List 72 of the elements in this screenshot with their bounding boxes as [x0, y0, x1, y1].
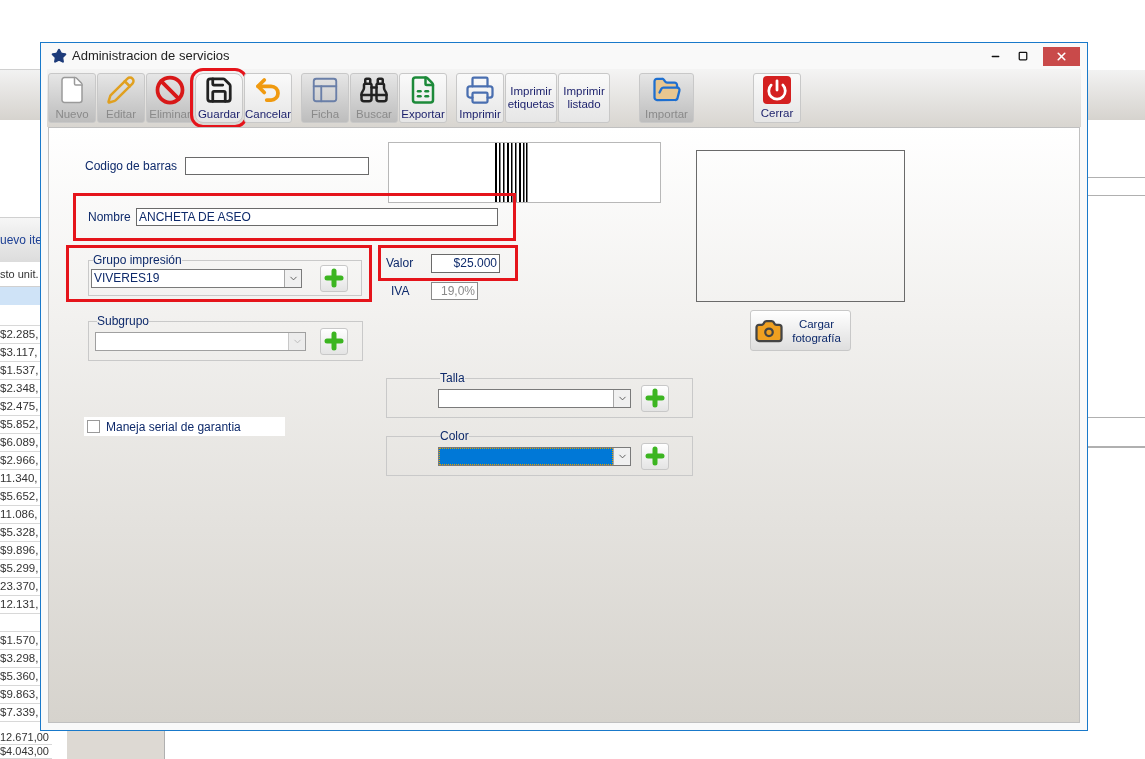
plus-icon	[643, 444, 667, 468]
name-field[interactable]: ANCHETA DE ASEO	[136, 208, 498, 226]
table-cell-text: $9.896,	[0, 542, 39, 558]
table-cell-text: $7.339,	[0, 704, 39, 720]
maximize-icon	[1018, 51, 1028, 61]
value-field[interactable]: $25.000	[431, 253, 500, 273]
color-dropdown[interactable]	[438, 446, 631, 466]
group-label: Subgrupo	[97, 315, 150, 328]
star-icon	[51, 48, 67, 64]
curved-arrow-icon	[253, 75, 283, 105]
table-cell-text: $2.348,	[0, 380, 39, 396]
load-photo-button[interactable]: Cargar fotografía	[750, 310, 851, 351]
table-cell-text: $6.089,	[0, 434, 39, 450]
toolbar-button[interactable]: Cerrar	[753, 73, 801, 123]
table-cell-text: 11.086,	[0, 506, 38, 522]
size-dropdown[interactable]	[438, 388, 631, 408]
table-cell-text: $2.475,	[0, 398, 39, 414]
table-cell-text: $5.360,	[0, 668, 39, 684]
table-cell-text: 11.340,	[0, 470, 38, 486]
table-cell-text: $9.863,	[0, 686, 39, 702]
serial-checkbox[interactable]: Maneja serial de garantia	[84, 417, 285, 436]
add-button[interactable]	[641, 384, 669, 412]
table-cell-text: $1.570,	[0, 632, 39, 648]
add-button[interactable]	[320, 264, 348, 292]
plus-icon	[322, 329, 346, 353]
table-cell-text: $1.537,	[0, 362, 39, 378]
barcode-icon	[494, 143, 529, 202]
prohibition-icon	[155, 75, 185, 105]
toolbar-button[interactable]: Imprimir etiquetas	[505, 73, 557, 123]
table-cell-text: $5.299,	[0, 560, 39, 576]
toolbar-button[interactable]: Exportar	[399, 73, 447, 123]
pencil-icon	[106, 75, 136, 105]
field-label: Valor	[386, 255, 415, 272]
toolbar-band	[0, 70, 40, 120]
table-cell-text: $3.117,	[0, 344, 38, 360]
table-cell-text: $3.298,	[0, 650, 39, 666]
group-label: Talla	[440, 372, 465, 385]
close-button[interactable]	[1043, 46, 1080, 66]
column-header: sto unit.	[0, 266, 39, 282]
table-cell-text: $2.966,	[0, 452, 39, 468]
add-button[interactable]	[320, 327, 348, 355]
window-title: Administracion de servicios	[72, 47, 230, 66]
field-label: Nombre	[88, 209, 132, 226]
plus-icon	[643, 386, 667, 410]
add-button[interactable]	[641, 442, 669, 470]
field-label: IVA	[391, 283, 411, 300]
subgroup-dropdown[interactable]	[95, 331, 306, 351]
toolbar-button[interactable]: Cancelar	[244, 73, 292, 123]
checkbox[interactable]	[87, 420, 100, 433]
toolbar-button[interactable]: Imprimir listado	[558, 73, 610, 123]
table-cell-text: $5.652,	[0, 488, 39, 504]
table-cell-text: 12.131,	[0, 596, 39, 612]
plus-icon	[322, 266, 346, 290]
printer-icon	[465, 75, 495, 105]
group-label: Color	[440, 430, 469, 443]
field-label: Codigo de barras	[85, 158, 179, 175]
toolbar-button[interactable]: Imprimir	[456, 73, 504, 123]
selected-row	[0, 287, 40, 305]
table-cell: 12.671,00	[0, 731, 49, 744]
table-cell-text: 23.370,	[0, 578, 39, 594]
table-cell-text: $5.328,	[0, 524, 39, 540]
toolbar-band	[1088, 70, 1145, 120]
binoculars-icon	[359, 75, 389, 105]
group-label: Grupo impresión	[93, 254, 182, 267]
group-dropdown[interactable]: VIVERES19	[91, 268, 302, 288]
table-cell: $4.043,00	[0, 745, 49, 758]
power-icon	[763, 76, 791, 104]
table-cell-text: $2.285,	[0, 326, 39, 342]
barcode-field[interactable]	[185, 157, 369, 175]
form-window-icon	[310, 75, 340, 105]
table-cell-text: $5.852,	[0, 416, 39, 432]
close-icon	[1055, 49, 1068, 63]
